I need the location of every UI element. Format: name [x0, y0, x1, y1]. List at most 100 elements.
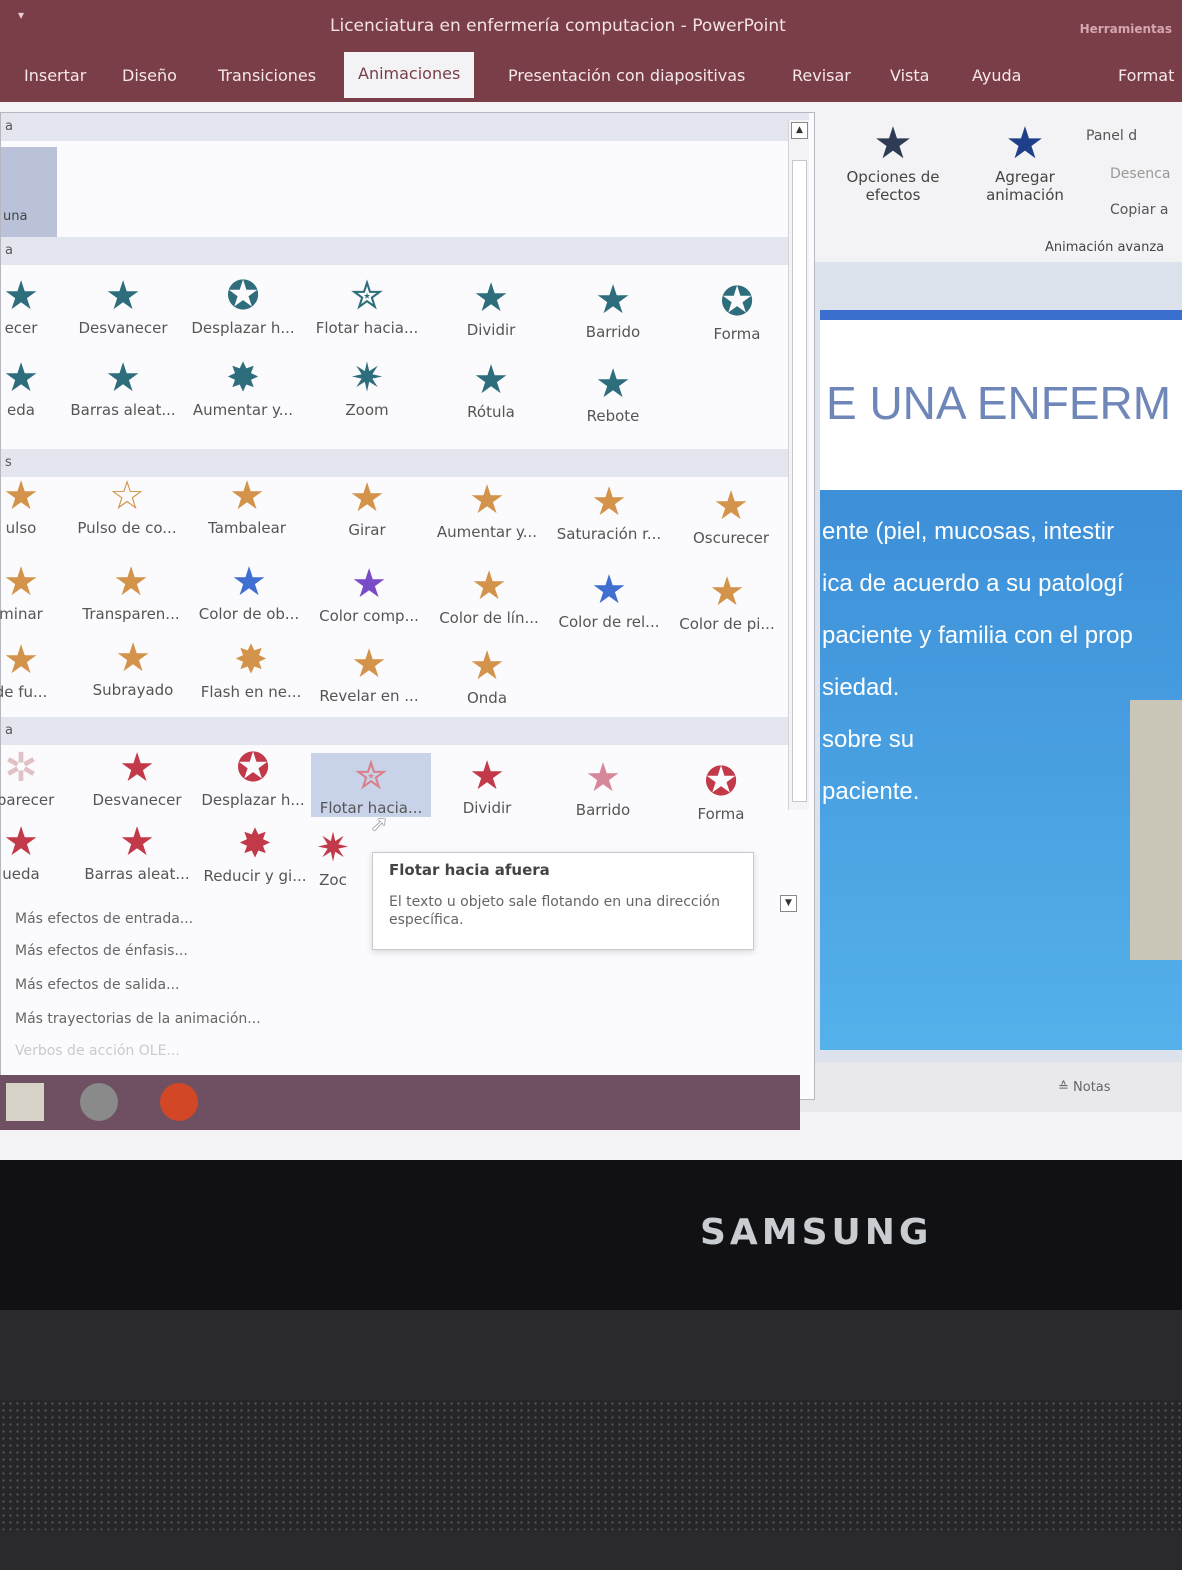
effect-label: Flotar hacia...: [315, 319, 419, 337]
add-star-icon: ★: [1005, 118, 1045, 169]
effect-emphasis[interactable]: ★ Color de pi...: [667, 569, 787, 633]
effect-emphasis[interactable]: ☆ Pulso de co...: [67, 473, 187, 537]
emphasis-star-icon: ★: [709, 569, 745, 615]
slide-bullet: siedad.: [822, 674, 900, 701]
emphasis-star-icon: ★: [471, 563, 507, 609]
ribbon-tabs: Insertar Diseño Transiciones Animaciones…: [0, 52, 1182, 102]
effect-exit-selected[interactable]: ✮ Flotar hacia...: [311, 753, 431, 817]
effect-entrance[interactable]: ★ Desvanecer: [63, 273, 183, 337]
tooltip-description: El texto u objeto sale flotando en una d…: [389, 894, 720, 928]
effect-entrance[interactable]: ✪ Desplazar h...: [183, 273, 303, 337]
entrance-star-icon: ★: [105, 273, 141, 319]
effect-label: Onda: [466, 689, 508, 707]
exit-star-icon: ✸: [238, 821, 272, 867]
effect-exit[interactable]: ✪ Forma: [661, 759, 781, 823]
more-exit-effects-link[interactable]: Más efectos de salida...: [15, 977, 179, 993]
add-animation-button[interactable]: ★ Agregar animación: [970, 118, 1080, 205]
slide-heading[interactable]: E UNA ENFERM: [826, 376, 1171, 430]
entrance-star-icon: ★: [595, 361, 631, 407]
effect-emphasis[interactable]: ★ minar: [0, 559, 81, 623]
tab-animaciones[interactable]: Animaciones: [344, 52, 475, 98]
effect-emphasis[interactable]: ★ Color de lín...: [429, 563, 549, 627]
effect-none-label: una: [3, 209, 28, 224]
effect-emphasis[interactable]: ★ Subrayado: [73, 635, 193, 699]
effect-entrance[interactable]: ★ Dividir: [431, 275, 551, 339]
effect-exit[interactable]: ✪ Desplazar h...: [193, 745, 313, 809]
effect-emphasis[interactable]: ★ Color de rel...: [549, 567, 669, 631]
file-explorer-icon[interactable]: [6, 1083, 44, 1121]
tooltip-title: Flotar hacia afuera: [389, 861, 550, 879]
effect-emphasis[interactable]: ★ Transparen...: [71, 559, 191, 623]
effect-entrance[interactable]: ★ Rótula: [431, 357, 551, 421]
effect-options-button[interactable]: ★ Opciones de efectos: [838, 120, 948, 205]
effect-emphasis[interactable]: ★ Onda: [427, 643, 547, 707]
taskbar: [0, 1075, 800, 1130]
more-entrance-effects-link[interactable]: Más efectos de entrada...: [15, 911, 193, 927]
tab-presentacion[interactable]: Presentación con diapositivas: [498, 62, 755, 89]
ribbon-group-label: Animación avanza: [1045, 240, 1165, 255]
effect-emphasis[interactable]: ★ Saturación r...: [549, 479, 669, 543]
effect-emphasis[interactable]: ✸ Flash en ne...: [191, 637, 311, 701]
powerpoint-taskbar-icon[interactable]: [160, 1083, 198, 1121]
effect-exit[interactable]: ✸ Reducir y gi...: [195, 821, 315, 885]
notes-button[interactable]: ≙ Notas: [1058, 1080, 1111, 1095]
entrance-star-icon: ✸: [226, 355, 260, 401]
app-icon[interactable]: [80, 1083, 118, 1121]
entrance-star-icon: ✷: [350, 355, 384, 401]
effect-entrance[interactable]: ✷ Zoom: [307, 355, 427, 419]
effect-exit[interactable]: ★ Barras aleat...: [77, 819, 197, 883]
effect-entrance[interactable]: ✮ Flotar hacia...: [307, 273, 427, 337]
more-motion-paths-link[interactable]: Más trayectorias de la animación...: [15, 1011, 261, 1027]
effect-emphasis[interactable]: ★ Tambalear: [187, 473, 307, 537]
scroll-up-icon[interactable]: ▲: [791, 122, 808, 139]
effect-emphasis[interactable]: ★ Aumentar y...: [427, 477, 547, 541]
tab-formato[interactable]: Format: [1108, 62, 1182, 89]
tab-ayuda[interactable]: Ayuda: [962, 62, 1031, 89]
effect-label: Color de pi...: [679, 615, 775, 633]
effect-exit[interactable]: ★ Barrido: [543, 755, 663, 819]
copy-animation-button[interactable]: Copiar a: [1110, 202, 1168, 218]
effect-emphasis[interactable]: ★ Revelar en ...: [309, 641, 429, 705]
emphasis-star-icon: ★: [115, 635, 151, 681]
add-animation-label: Agregar animación: [986, 168, 1064, 204]
exit-star-icon: ★: [585, 755, 621, 801]
effect-entrance[interactable]: ★ Rebote: [553, 361, 673, 425]
trigger-button[interactable]: Desenca: [1110, 166, 1170, 182]
effect-emphasis[interactable]: ★de fu...: [0, 637, 81, 701]
effect-label: Desvanecer: [92, 791, 182, 809]
effect-exit[interactable]: ★ ueda: [0, 819, 81, 883]
slide-body[interactable]: ente (piel, mucosas, intestir ica de acu…: [820, 490, 1182, 1050]
effect-label: Reducir y gi...: [203, 867, 307, 885]
tab-insertar[interactable]: Insertar: [14, 62, 96, 89]
effect-label: Desplazar h...: [191, 319, 295, 337]
more-emphasis-effects-link[interactable]: Más efectos de énfasis...: [15, 943, 188, 959]
effect-label: Barras aleat...: [70, 401, 176, 419]
scroll-thumb[interactable]: [792, 160, 807, 802]
gallery-scrollbar[interactable]: ▲: [788, 120, 809, 810]
tab-vista[interactable]: Vista: [880, 62, 939, 89]
effect-exit[interactable]: ✷ Zoc: [303, 825, 363, 889]
slide-canvas[interactable]: E UNA ENFERM ente (piel, mucosas, intest…: [820, 310, 1182, 1050]
effect-label: Color de lín...: [439, 609, 539, 627]
effect-emphasis[interactable]: ★ Girar: [307, 475, 427, 539]
effect-label: Barrido: [585, 323, 641, 341]
emphasis-star-icon: ★: [351, 641, 387, 687]
gallery-more-icon[interactable]: ▼: [780, 895, 797, 912]
exit-star-icon: ✪: [236, 745, 270, 791]
effect-emphasis[interactable]: ★ Oscurecer: [671, 483, 791, 547]
effect-exit[interactable]: ★ Desvanecer: [77, 745, 197, 809]
effect-entrance[interactable]: ✪ Forma: [677, 279, 797, 343]
effect-emphasis[interactable]: ★ Color comp...: [309, 561, 429, 625]
effect-entrance[interactable]: ★ Barrido: [553, 277, 673, 341]
tab-revisar[interactable]: Revisar: [782, 62, 861, 89]
animation-pane-button[interactable]: Panel d: [1086, 128, 1137, 144]
effect-exit[interactable]: ★ Dividir: [427, 753, 547, 817]
effect-entrance[interactable]: ✸ Aumentar y...: [183, 355, 303, 419]
tab-diseno[interactable]: Diseño: [112, 62, 187, 89]
effect-entrance[interactable]: ★ Barras aleat...: [63, 355, 183, 419]
effect-exit[interactable]: ✲aparecer: [0, 745, 81, 809]
exit-star-icon: ✪: [704, 759, 738, 805]
quick-access-menu-icon[interactable]: ▾: [18, 8, 24, 22]
effect-emphasis[interactable]: ★ Color de ob...: [189, 559, 309, 623]
tab-transiciones[interactable]: Transiciones: [208, 62, 326, 89]
